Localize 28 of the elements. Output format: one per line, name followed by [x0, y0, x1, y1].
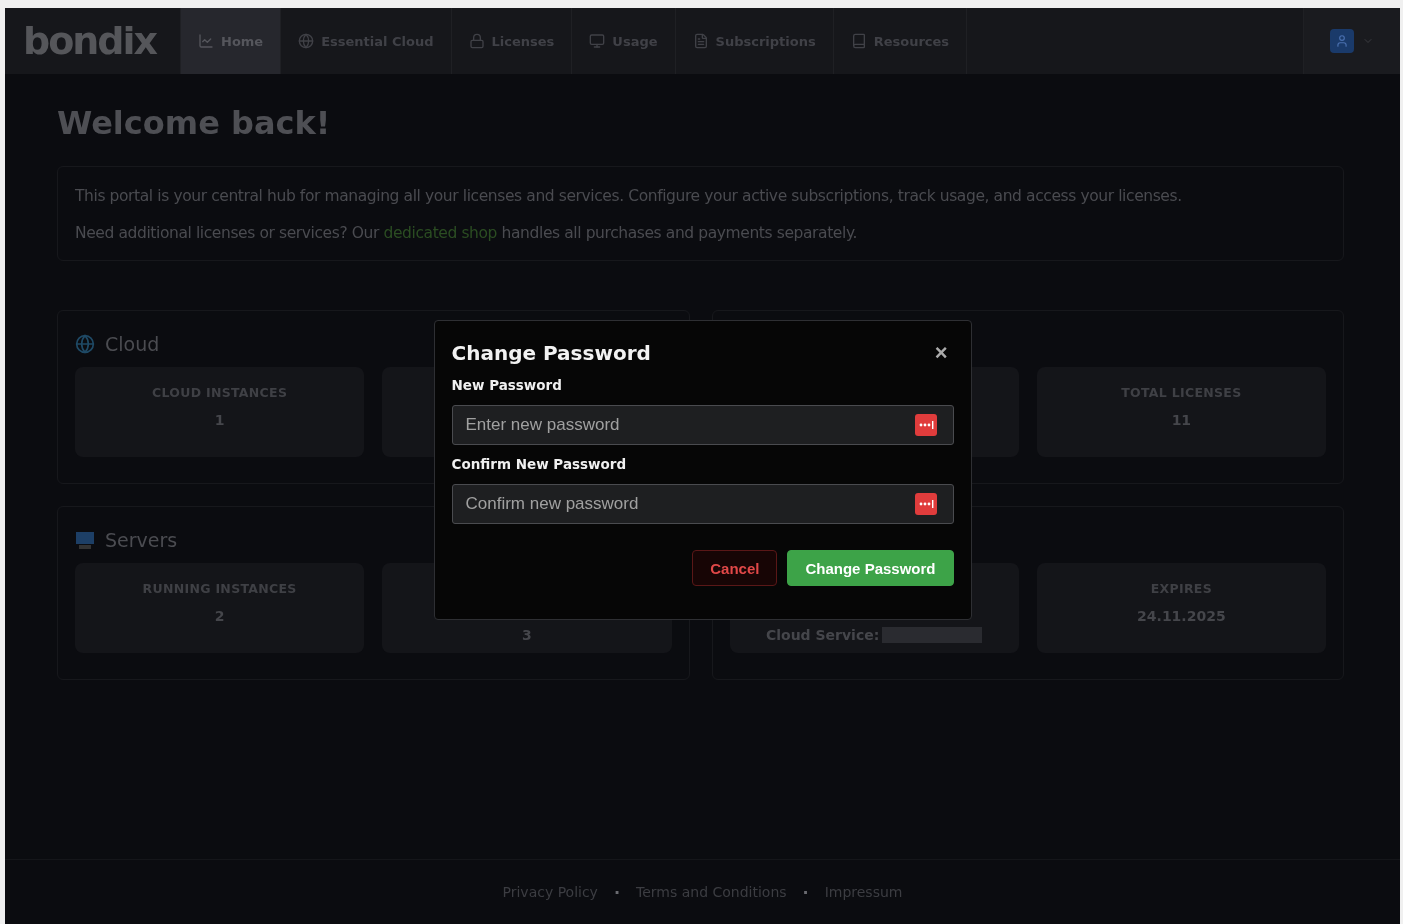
book-icon: [850, 33, 867, 49]
shop-link[interactable]: dedicated shop: [383, 224, 498, 242]
line-chart-icon: [198, 33, 214, 49]
dialog-title: Change Password: [451, 341, 651, 365]
password-manager-icon[interactable]: [914, 493, 937, 515]
globe-icon: [298, 33, 315, 49]
section-title: Servers: [105, 529, 178, 551]
password-field[interactable]: Enter new password: [451, 405, 954, 445]
page-title: Welcome back!: [57, 104, 332, 142]
document-icon: [692, 33, 709, 49]
separator-dot: ·: [613, 882, 620, 902]
computer-icon: [75, 530, 95, 550]
section-title: Cloud: [105, 333, 160, 355]
lock-icon: [468, 33, 485, 49]
close-button[interactable]: ×: [928, 342, 954, 364]
globe-icon: [75, 334, 95, 354]
intro-text: This portal is your central hub for managing all your licenses and services. Configure your active subscriptions, track usage, and access your licenses.: [75, 187, 1183, 205]
logo[interactable]: bondix: [5, 8, 180, 74]
monitor-icon: [589, 33, 606, 49]
user-icon: [1330, 29, 1354, 53]
field-label: New Password: [451, 377, 563, 393]
submit-button[interactable]: Change Password: [787, 550, 954, 586]
cancel-button[interactable]: Cancel: [692, 550, 778, 586]
shop-text: Need additional licenses or services? Our dedicated shop handles all purchases and payments separately.: [75, 224, 858, 242]
password-field[interactable]: Confirm new password: [451, 484, 954, 524]
separator-dot: ·: [802, 882, 809, 902]
field-label: Confirm New Password: [451, 456, 628, 472]
password-manager-icon[interactable]: [914, 414, 937, 436]
